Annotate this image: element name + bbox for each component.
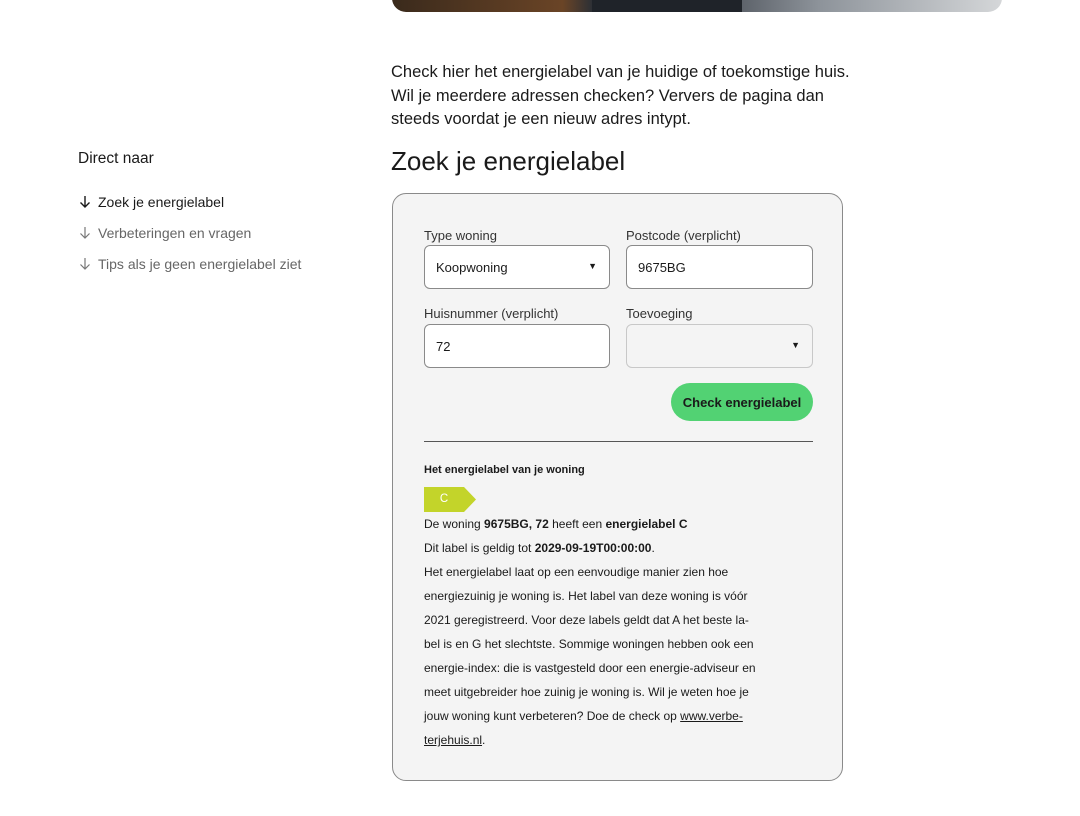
intro-line: Wil je meerdere adressen checken? Verver… bbox=[391, 86, 824, 105]
sidebar-item-label: Verbeteringen en vragen bbox=[98, 224, 252, 241]
postcode-input[interactable]: 9675BG bbox=[626, 245, 813, 289]
result-body-line: 2021 geregistreerd. Voor deze labels gel… bbox=[424, 613, 749, 627]
arrow-down-icon bbox=[80, 226, 90, 239]
postcode-label: Postcode (verplicht) bbox=[626, 228, 741, 243]
toevoeging-select[interactable]: ▼ bbox=[626, 324, 813, 368]
page-title: Zoek je energielabel bbox=[391, 146, 626, 176]
type-woning-value: Koopwoning bbox=[436, 259, 508, 275]
toevoeging-label: Toevoeging bbox=[626, 306, 693, 321]
sidebar-title: Direct naar bbox=[78, 150, 154, 167]
arrow-down-icon bbox=[80, 257, 90, 270]
sidebar-item-label: Zoek je energielabel bbox=[98, 193, 225, 210]
label-value: energielabel C bbox=[605, 517, 688, 531]
result-body-line: energie-index: die is vastgesteld door e… bbox=[424, 661, 756, 675]
result-line-address: De woning 9675BG, 72 heeft een energiela… bbox=[424, 512, 759, 536]
intro-text: Check hier het energielabel van je huidi… bbox=[391, 61, 851, 132]
postcode-value: 9675BG bbox=[638, 259, 686, 275]
result-body-line: Het energielabel laat op een eenvoudige … bbox=[424, 565, 729, 579]
result-body-line: jouw woning kunt verbeteren? Doe de chec… bbox=[424, 704, 759, 728]
result-body-line: terjehuis.nl. bbox=[424, 728, 759, 752]
text-fragment: jouw woning kunt verbeteren? Doe de chec… bbox=[424, 709, 681, 723]
text-fragment: De woning bbox=[424, 517, 485, 531]
valid-until-date: 2029-09-19T00:00:00 bbox=[534, 541, 652, 555]
caret-down-icon: ▼ bbox=[791, 340, 800, 350]
intro-line: steeds voordat je een nieuw adres intypt… bbox=[391, 110, 691, 128]
text-fragment: Dit label is geldig tot bbox=[424, 541, 535, 555]
text-fragment: heeft een bbox=[548, 517, 606, 531]
result-text: De woning 9675BG, 72 heeft een energiela… bbox=[424, 512, 759, 752]
hero-image bbox=[392, 0, 1002, 12]
sidebar-item-tips[interactable]: Tips als je geen energielabel ziet bbox=[78, 248, 358, 279]
huisnummer-input[interactable]: 72 bbox=[424, 324, 610, 368]
text-fragment: . bbox=[482, 733, 486, 747]
divider bbox=[424, 441, 813, 442]
verbeterjehuis-link[interactable]: terjehuis.nl bbox=[424, 733, 482, 747]
result-body-line: meet uitgebreider hoe zuinig je woning i… bbox=[424, 685, 749, 699]
type-woning-select[interactable]: Koopwoning ▼ bbox=[424, 245, 610, 289]
arrow-down-icon bbox=[80, 195, 90, 208]
address-value: 9675BG, 72 bbox=[484, 517, 549, 531]
text-fragment: . bbox=[651, 541, 655, 555]
huisnummer-label: Huisnummer (verplicht) bbox=[424, 306, 559, 321]
energielabel-search-card: Type woning Koopwoning ▼ Postcode (verpl… bbox=[392, 193, 843, 781]
type-woning-label: Type woning bbox=[424, 228, 497, 243]
verbeterjehuis-link[interactable]: www.verbe- bbox=[680, 709, 743, 723]
intro-line: Check hier het energielabel van je huidi… bbox=[391, 63, 850, 81]
sidebar-item-zoek-energielabel[interactable]: Zoek je energielabel bbox=[78, 186, 358, 217]
sidebar-item-verbeteringen[interactable]: Verbeteringen en vragen bbox=[78, 217, 358, 248]
result-heading: Het energielabel van je woning bbox=[424, 464, 585, 476]
hero-image-detail bbox=[592, 0, 742, 12]
huisnummer-value: 72 bbox=[436, 338, 451, 354]
result-line-validity: Dit label is geldig tot 2029-09-19T00:00… bbox=[424, 536, 759, 560]
check-energielabel-button[interactable]: Check energielabel bbox=[671, 383, 813, 421]
sidebar-item-label: Tips als je geen energielabel ziet bbox=[98, 255, 302, 272]
energielabel-letter: C bbox=[439, 493, 449, 505]
direct-naar-nav: Direct naar Zoek je energielabel Verbete… bbox=[78, 150, 358, 279]
result-body-line: energiezuinig je woning is. Het label va… bbox=[424, 589, 748, 603]
energielabel-badge: C bbox=[424, 487, 476, 512]
caret-down-icon: ▼ bbox=[588, 261, 597, 271]
result-body-line: bel is en G het slechtste. Sommige wonin… bbox=[424, 637, 754, 651]
